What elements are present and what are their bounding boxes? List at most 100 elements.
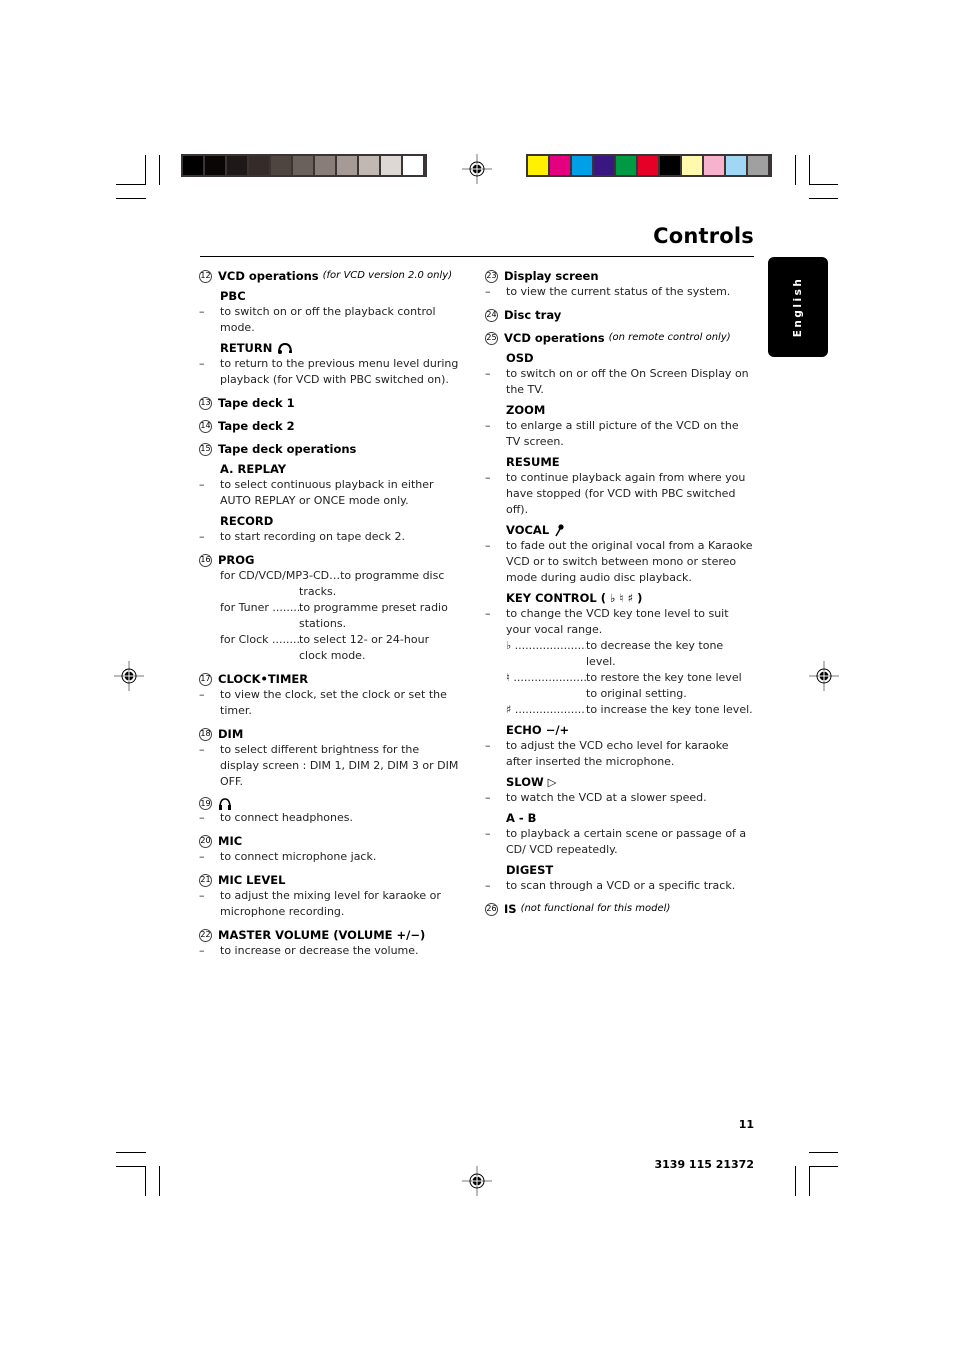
control-item: 17 CLOCK•TIMERto view the clock, set the … — [199, 671, 459, 719]
item-title: VCD operations — [504, 331, 605, 345]
crop-mark — [809, 1152, 838, 1153]
sub-description: to enlarge a still picture of the VCD on… — [485, 418, 755, 450]
sub-label: RETURN — [220, 341, 273, 355]
item-description: to select different brightness for the d… — [199, 742, 459, 790]
crop-mark — [145, 155, 146, 185]
item-heading: 20 MIC — [199, 833, 459, 849]
registration-mark-icon — [462, 154, 492, 184]
crop-mark — [795, 1166, 796, 1196]
sub-heading: KEY CONTROL ( ♭ ♮ ♯ ) — [506, 590, 755, 606]
item-number: 25 — [485, 331, 498, 345]
sub-heading: ECHO −/+ — [506, 722, 755, 738]
sub-label: ECHO −/+ — [506, 723, 570, 737]
control-item: 12 VCD operations (for VCD version 2.0 onl… — [199, 268, 459, 388]
registration-mark-icon — [114, 661, 144, 691]
item-heading: 14 Tape deck 2 — [199, 418, 459, 434]
item-title: DIM — [218, 727, 244, 741]
item-heading: 15 Tape deck operations — [199, 441, 459, 457]
option-row: for Clock ............to select 12- or 2… — [199, 632, 459, 664]
item-number: 20 — [199, 834, 212, 848]
control-item: 21 MIC LEVELto adjust the mixing level fo… — [199, 872, 459, 920]
sub-label: RESUME — [506, 455, 560, 469]
item-number: 18 — [199, 727, 212, 741]
crop-mark — [145, 1166, 146, 1196]
control-item: 26 IS (not functional for this model) — [485, 901, 755, 917]
item-number: 26 — [485, 902, 498, 916]
color-swatch — [359, 156, 379, 175]
item-title: MIC — [218, 834, 243, 848]
control-item: 22 MASTER VOLUME (VOLUME +/−)to increase … — [199, 927, 459, 959]
sub-description: to continue playback again from where yo… — [485, 470, 755, 518]
sub-label: A - B — [506, 811, 537, 825]
item-number: 21 — [199, 873, 212, 887]
sub-label: OSD — [506, 351, 534, 365]
color-swatch — [205, 156, 225, 175]
item-number: 22 — [199, 928, 212, 942]
color-swatch — [227, 156, 247, 175]
sub-heading: RESUME — [506, 454, 755, 470]
sub-heading: ZOOM — [506, 402, 755, 418]
registration-mark-icon — [462, 1166, 492, 1196]
registration-mark-icon — [809, 661, 839, 691]
item-number: 15 — [199, 442, 212, 456]
item-number: 12 — [199, 269, 212, 283]
color-swatch — [704, 156, 724, 175]
item-heading: 24 Disc tray — [485, 307, 755, 323]
crop-mark — [809, 184, 838, 185]
item-note: (not functional for this model) — [520, 903, 671, 914]
crop-mark — [809, 1166, 810, 1196]
color-swatch — [403, 156, 423, 175]
item-note: (on remote control only) — [608, 332, 731, 343]
item-number: 23 — [485, 269, 498, 283]
right-column: 23 Display screento view the current stat… — [485, 268, 755, 924]
sub-heading: SLOW ▷ — [506, 774, 755, 790]
item-note: (for VCD version 2.0 only) — [322, 270, 453, 281]
sub-description: to switch on or off the playback control… — [199, 304, 459, 336]
item-number: 24 — [485, 308, 498, 322]
control-item: 25 VCD operations (on remote control only)… — [485, 330, 755, 894]
item-heading: 23 Display screen — [485, 268, 755, 284]
title-rule — [200, 256, 754, 257]
color-swatch — [249, 156, 269, 175]
color-swatch — [337, 156, 357, 175]
control-item: 19to connect headphones. — [199, 797, 459, 826]
sub-description: to watch the VCD at a slower speed. — [485, 790, 755, 806]
crop-mark — [116, 184, 146, 185]
sub-label: SLOW ▷ — [506, 775, 557, 789]
color-swatch — [528, 156, 548, 175]
color-swatch — [315, 156, 335, 175]
item-description: to increase or decrease the volume. — [199, 943, 459, 959]
microphone-icon — [554, 523, 564, 537]
key-description: to increase the key tone level. — [586, 703, 753, 716]
crop-mark — [116, 1166, 146, 1167]
color-swatch — [271, 156, 291, 175]
document-code: 3139 115 21372 — [654, 1158, 754, 1171]
color-swatch — [183, 156, 203, 175]
prog-intro: for CD/VCD/MP3-CD…to programme disc — [220, 569, 445, 582]
sub-description: to return to the previous menu level dur… — [199, 356, 459, 388]
item-title: Tape deck 1 — [218, 396, 295, 410]
crop-mark — [159, 1166, 160, 1196]
sub-label: DIGEST — [506, 863, 554, 877]
color-swatch — [293, 156, 313, 175]
crop-mark — [809, 198, 838, 199]
sub-heading: A. REPLAY — [220, 461, 459, 477]
prog-intro-cont: tracks. — [299, 585, 337, 598]
control-item: 20 MICto connect microphone jack. — [199, 833, 459, 865]
item-heading: 18 DIM — [199, 726, 459, 742]
sub-heading: VOCAL — [506, 522, 755, 538]
sub-heading: RETURN — [220, 340, 459, 356]
crop-mark — [116, 1152, 146, 1153]
item-description: to view the clock, set the clock or set … — [199, 687, 459, 719]
key-option-row: ♭ ..........................to decrease … — [485, 638, 755, 670]
sub-description: to scan through a VCD or a specific trac… — [485, 878, 755, 894]
item-heading: 17 CLOCK•TIMER — [199, 671, 459, 687]
key-symbol: ♮ .............................. — [506, 671, 586, 684]
color-swatch — [594, 156, 614, 175]
page-number: 11 — [738, 1118, 754, 1131]
item-title: MIC LEVEL — [218, 873, 286, 887]
item-title: Tape deck operations — [218, 442, 357, 456]
language-tab: English — [768, 257, 828, 357]
sub-heading: RECORD — [220, 513, 459, 529]
item-heading: 12 VCD operations (for VCD version 2.0 onl… — [199, 268, 459, 284]
